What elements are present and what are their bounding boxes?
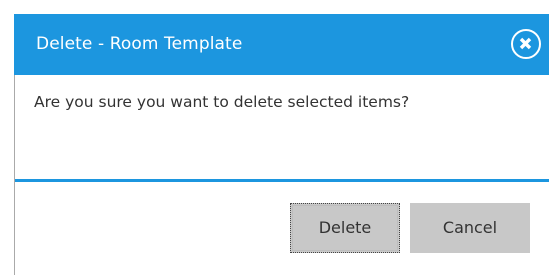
dialog-titlebar: Delete - Room Template xyxy=(14,14,549,75)
delete-dialog: Delete - Room Template Are you sure you … xyxy=(0,0,549,275)
dialog-left-border xyxy=(14,75,15,275)
dialog-title: Delete - Room Template xyxy=(36,34,243,54)
cancel-button[interactable]: Cancel xyxy=(410,203,530,253)
confirm-message: Are you sure you want to delete selected… xyxy=(34,93,410,111)
delete-button[interactable]: Delete xyxy=(290,203,400,253)
close-button[interactable] xyxy=(511,29,541,59)
close-icon xyxy=(519,37,532,50)
footer-separator xyxy=(15,179,549,182)
